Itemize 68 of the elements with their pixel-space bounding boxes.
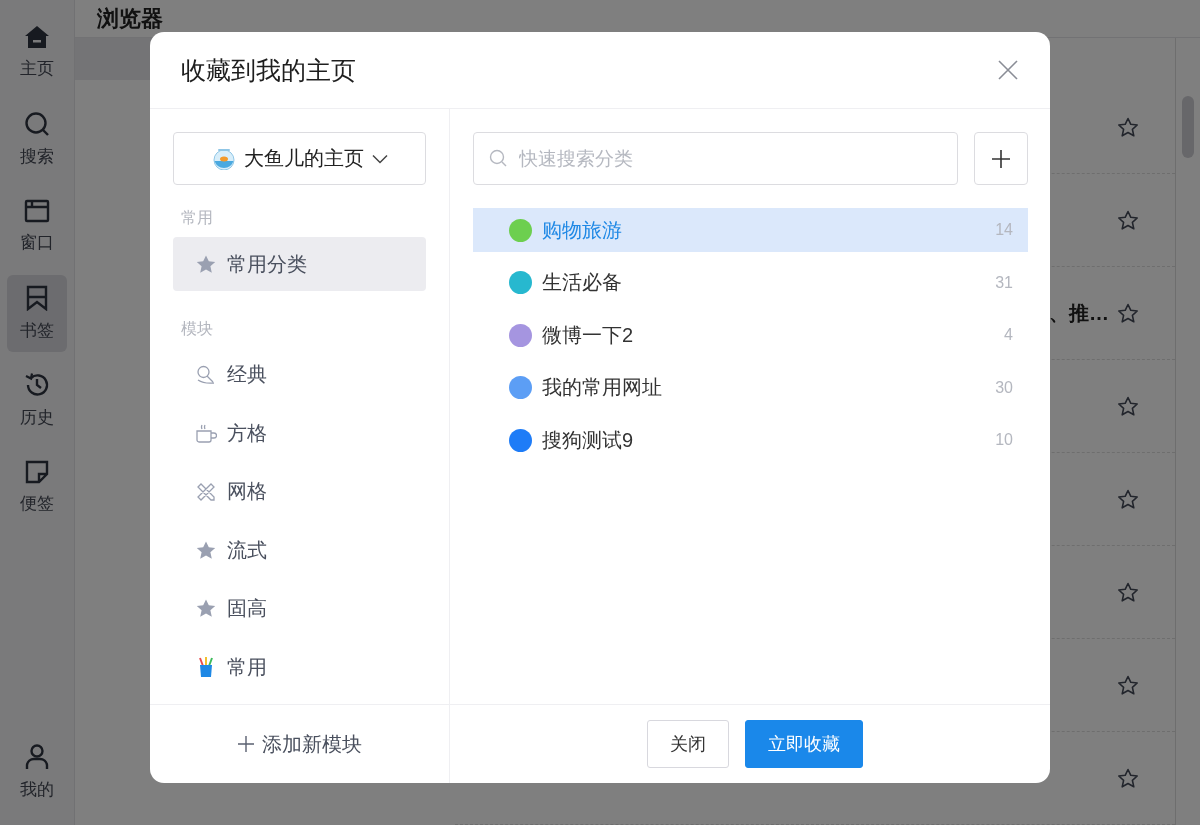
star-icon [196,540,216,560]
search-field[interactable]: 快速搜索分类 [473,132,958,185]
history-icon [24,372,50,398]
section-label: 常用 [180,208,214,228]
star-outline-icon[interactable] [1117,395,1139,417]
star-outline-icon[interactable] [1117,116,1139,138]
sidebar-nav-item[interactable]: 我的 [7,734,67,811]
star-icon [196,254,216,274]
module-item[interactable]: 方格 [173,406,426,460]
category-item[interactable]: 搜狗测试9 10 [473,418,1028,462]
category-count: 14 [995,221,1013,239]
module-item[interactable]: 经典 [173,347,426,402]
search-icon [489,149,507,167]
bookmark-title: 、推… [1049,300,1109,326]
category-item[interactable]: 生活必备 31 [473,260,1028,305]
confirm-button[interactable]: 立即收藏 [745,720,863,768]
sidebar-nav-item[interactable]: 窗口 [7,188,67,265]
section-label: 模块 [180,318,214,339]
sidebar-nav-item[interactable]: 搜索 [7,101,67,178]
page-title: 浏览器 [97,4,163,33]
module-item[interactable]: 固高 [173,581,426,636]
cup-icon [195,423,217,443]
category-item[interactable]: 我的常用网址 30 [473,365,1028,410]
close-icon [998,60,1018,80]
fishbowl-icon [211,147,236,170]
pencil-cup-icon [197,656,215,678]
star-outline-icon[interactable] [1117,302,1139,324]
close-button[interactable] [998,60,1018,80]
module-item[interactable]: 常用分类 [173,237,426,291]
home-icon [24,25,50,49]
search-icon [24,111,50,137]
chevron-down-icon [371,153,388,164]
star-outline-icon[interactable] [1117,488,1139,510]
category-name: 生活必备 [542,270,623,295]
homepage-dropdown[interactable]: 大鱼儿的主页 [173,132,426,185]
category-count: 10 [995,431,1013,449]
magnifier-icon [196,364,216,385]
star-outline-icon[interactable] [1117,209,1139,231]
add-module-button[interactable]: 添加新模块 [231,729,368,759]
sidebar-nav-item[interactable]: 便签 [7,449,67,526]
module-item[interactable]: 网格 [173,464,426,519]
star-outline-icon[interactable] [1117,581,1139,603]
add-category-button[interactable] [974,132,1028,185]
plus-icon [237,736,254,752]
bookmark-icon [25,285,49,311]
plus-icon [991,148,1011,169]
category-name: 搜狗测试9 [542,427,635,453]
cancel-button[interactable]: 关闭 [647,720,729,768]
module-item[interactable]: 常用 [173,640,426,694]
window-icon [24,199,50,223]
category-name: 我的常用网址 [542,375,663,400]
module-item[interactable]: 流式 [173,523,426,577]
user-icon [25,744,49,770]
category-name: 购物旅游 [542,217,623,243]
scrollbar-thumb[interactable] [1182,96,1194,158]
sidebar-nav-item[interactable]: 历史 [7,362,67,439]
category-count: 4 [1004,326,1013,344]
pencil-ruler-icon [196,481,216,502]
star-icon [196,599,216,618]
category-item[interactable]: 微博一下2 4 [473,313,1028,357]
star-outline-icon[interactable] [1117,674,1139,696]
sidebar-nav-item[interactable]: 主页 [7,14,67,91]
category-count: 30 [995,378,1013,397]
dialog-title: 收藏到我的主页 [181,54,356,86]
category-count: 31 [995,273,1013,292]
note-icon [25,460,49,484]
category-name: 微博一下2 [542,322,635,348]
star-outline-icon[interactable] [1117,767,1139,789]
